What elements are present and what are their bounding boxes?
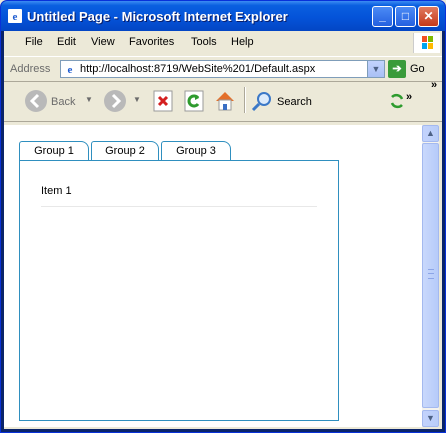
- title-bar[interactable]: e Untitled Page - Microsoft Internet Exp…: [1, 1, 445, 31]
- back-dropdown-icon[interactable]: ▼: [85, 95, 93, 104]
- address-url: http://localhost:8719/WebSite%201/Defaul…: [80, 63, 316, 75]
- ie-icon: e: [8, 9, 22, 23]
- minimize-button[interactable]: _: [372, 6, 393, 27]
- forward-icon[interactable]: [103, 89, 127, 113]
- scroll-up-icon: ▲: [426, 128, 435, 138]
- back-icon[interactable]: [24, 89, 48, 113]
- list-item: Item 1: [41, 185, 72, 197]
- address-bar: Address e http://localhost:8719/WebSite%…: [4, 56, 442, 82]
- scroll-grip-icon: [428, 269, 434, 279]
- windows-logo-icon: [413, 33, 440, 53]
- vertical-scrollbar[interactable]: ▲ ▼: [422, 125, 439, 427]
- go-label[interactable]: Go: [410, 63, 425, 75]
- page-icon: e: [63, 62, 77, 76]
- maximize-button[interactable]: □: [395, 6, 416, 27]
- back-label[interactable]: Back: [51, 96, 75, 108]
- browser-window: e Untitled Page - Microsoft Internet Exp…: [0, 0, 446, 433]
- scroll-down-button[interactable]: ▼: [422, 410, 439, 427]
- page-content: Group 1 Group 2 Group 3 Item 1: [4, 125, 422, 427]
- window-title: Untitled Page - Microsoft Internet Explo…: [27, 9, 288, 24]
- address-dropdown-button[interactable]: ▼: [367, 61, 384, 77]
- tab-group-3[interactable]: Group 3: [161, 141, 231, 161]
- toolbar-overflow-top[interactable]: »: [431, 79, 437, 91]
- close-button[interactable]: ✕: [418, 6, 439, 27]
- standard-toolbar: Back ▼ ▼ Search » »: [4, 79, 442, 119]
- address-label: Address: [10, 63, 51, 75]
- tab-panel: Item 1: [19, 160, 339, 421]
- chevron-down-icon: ▼: [371, 64, 381, 74]
- search-label[interactable]: Search: [277, 96, 312, 108]
- menu-favorites[interactable]: Favorites: [129, 36, 174, 48]
- svg-text:e: e: [68, 64, 73, 76]
- close-icon: ✕: [423, 9, 434, 23]
- menu-tools[interactable]: Tools: [191, 36, 217, 48]
- go-button[interactable]: ➔: [388, 60, 406, 78]
- svg-text:e: e: [13, 11, 18, 23]
- item-divider: [41, 206, 317, 207]
- tab-group-2[interactable]: Group 2: [91, 141, 159, 161]
- toolbar-separator: [244, 87, 246, 113]
- go-icon: ➔: [392, 63, 402, 75]
- search-icon[interactable]: [250, 89, 274, 113]
- home-icon[interactable]: [213, 89, 237, 113]
- scroll-up-button[interactable]: ▲: [422, 125, 439, 142]
- forward-dropdown-icon[interactable]: ▼: [133, 95, 141, 104]
- scroll-thumb[interactable]: [422, 143, 439, 408]
- tab-group-1[interactable]: Group 1: [19, 141, 89, 162]
- maximize-icon: □: [401, 9, 410, 23]
- stop-icon[interactable]: [151, 89, 175, 113]
- menu-file[interactable]: File: [25, 36, 43, 48]
- refresh-icon[interactable]: [182, 89, 206, 113]
- toolbar-overflow[interactable]: »: [406, 91, 412, 103]
- menu-edit[interactable]: Edit: [57, 36, 76, 48]
- menu-help[interactable]: Help: [231, 36, 254, 48]
- address-input[interactable]: e http://localhost:8719/WebSite%201/Defa…: [60, 60, 385, 78]
- menu-bar: File Edit View Favorites Tools Help: [4, 33, 442, 53]
- scroll-down-icon: ▼: [426, 413, 435, 423]
- menu-view[interactable]: View: [91, 36, 115, 48]
- minimize-icon: _: [379, 9, 386, 23]
